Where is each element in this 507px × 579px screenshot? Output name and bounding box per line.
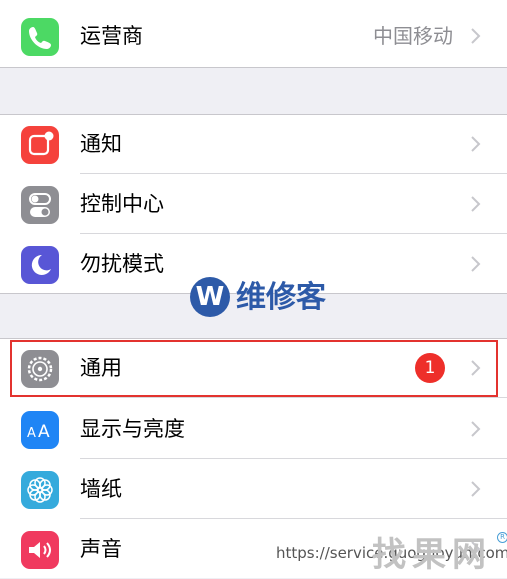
watermark: W 维修客 [190, 276, 350, 320]
text-size-icon: A A [21, 411, 59, 449]
wallpaper-row[interactable]: 墙纸 [0, 459, 507, 519]
chevron-right-icon [471, 421, 481, 437]
svg-text:A: A [27, 426, 36, 441]
chevron-right-icon [471, 256, 481, 272]
watermark-logo: W [190, 277, 230, 317]
carrier-label: 运营商 [80, 24, 143, 48]
moon-icon [21, 246, 59, 284]
chevron-right-icon [471, 481, 481, 497]
control-center-row[interactable]: 控制中心 [0, 174, 507, 234]
chevron-right-icon [471, 28, 481, 44]
flower-icon [21, 471, 59, 509]
display-brightness-row[interactable]: A A 显示与亮度 [0, 399, 507, 459]
carrier-row[interactable]: 运营商 中国移动 [0, 6, 507, 66]
wallpaper-label: 墙纸 [80, 477, 122, 501]
speaker-icon [21, 531, 59, 569]
site-logo: 找果网 [372, 535, 492, 575]
sounds-label: 声音 [80, 537, 122, 561]
carrier-value: 中国移动 [373, 24, 453, 48]
display-brightness-label: 显示与亮度 [80, 417, 185, 441]
notification-icon [21, 126, 59, 164]
watermark-text: 维修客 [236, 280, 326, 315]
svg-text:A: A [38, 422, 50, 442]
settings-group-carrier: 运营商 中国移动 [0, 0, 507, 68]
chevron-right-icon [471, 136, 481, 152]
phone-icon [21, 18, 59, 56]
control-center-label: 控制中心 [80, 192, 164, 216]
do-not-disturb-label: 勿扰模式 [80, 252, 164, 276]
switches-icon [21, 186, 59, 224]
notifications-label: 通知 [80, 132, 122, 156]
general-highlight-box [10, 340, 498, 397]
registered-mark-icon: R [497, 532, 507, 543]
notifications-row[interactable]: 通知 [0, 114, 507, 174]
chevron-right-icon [471, 196, 481, 212]
settings-group-notifications: 通知 控制中心 勿扰模式 [0, 114, 507, 294]
